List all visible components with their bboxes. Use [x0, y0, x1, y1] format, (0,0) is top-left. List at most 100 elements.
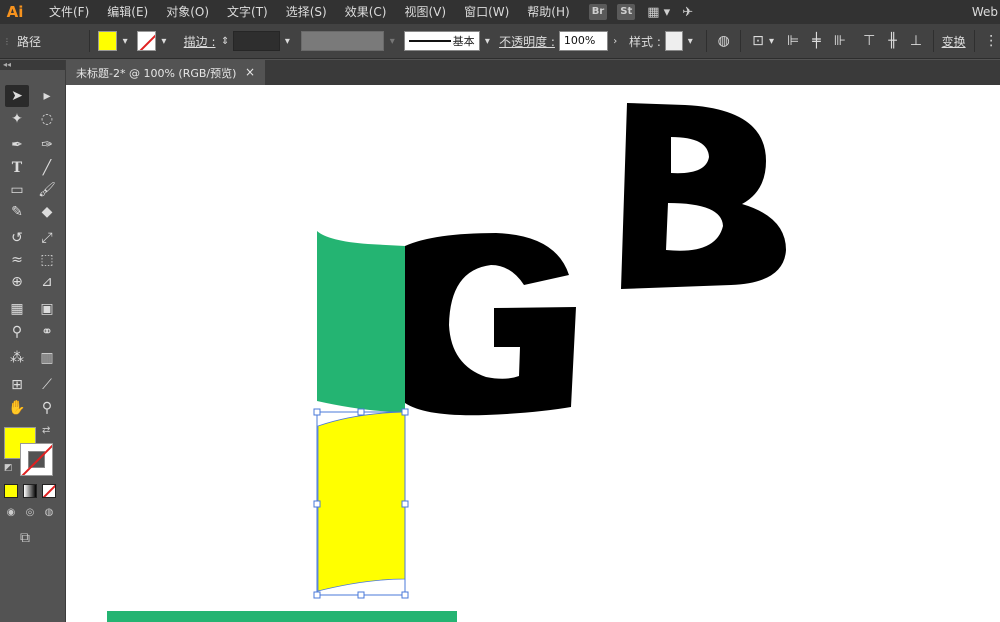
symbol-sprayer-tool-icon[interactable]: ⁂: [5, 347, 29, 369]
arrange-documents-icon[interactable]: ▦ ▾: [647, 5, 670, 20]
handle-top-middle[interactable]: [357, 408, 365, 416]
artboard-canvas[interactable]: [66, 85, 1000, 622]
handle-middle-right[interactable]: [401, 500, 409, 508]
align-bottom-icon[interactable]: ⊥: [907, 33, 924, 49]
menu-select[interactable]: 选择(S): [277, 0, 336, 24]
mesh-tool-icon[interactable]: ▦: [5, 298, 29, 320]
gradient-tool-icon[interactable]: ▣: [35, 298, 59, 320]
draw-inside-icon[interactable]: ◍: [42, 506, 56, 520]
paintbrush-tool-icon[interactable]: 🖌: [35, 179, 59, 201]
blend-tool-icon[interactable]: ⚭: [35, 321, 59, 343]
more-options-icon[interactable]: ⋮: [983, 33, 1000, 49]
zoom-tool-icon[interactable]: ⚲: [35, 397, 59, 419]
hand-tool-icon[interactable]: ✋: [5, 397, 29, 419]
selection-tool-icon[interactable]: ➤: [5, 85, 29, 107]
handle-bottom-left[interactable]: [313, 591, 321, 599]
letter-b-shape[interactable]: [621, 103, 786, 289]
perspective-grid-tool-icon[interactable]: ⊿: [35, 271, 59, 293]
fill-color-swatch[interactable]: [97, 31, 118, 51]
menu-file[interactable]: 文件(F): [40, 0, 98, 24]
type-tool-icon[interactable]: T: [5, 157, 29, 179]
slice-tool-icon[interactable]: ⟋: [35, 374, 59, 396]
handle-top-left[interactable]: [313, 408, 321, 416]
bridge-button[interactable]: Br: [588, 4, 608, 20]
stroke-stepper-icon[interactable]: ⇕: [218, 31, 233, 51]
variable-width-dropdown-icon[interactable]: ▾: [384, 31, 399, 51]
scale-tool-icon[interactable]: ⤢: [35, 227, 59, 249]
width-tool-icon[interactable]: ≈: [5, 249, 29, 271]
curvature-tool-icon[interactable]: ✑: [35, 134, 59, 156]
magic-wand-tool-icon[interactable]: ✦: [5, 108, 29, 130]
close-tab-icon[interactable]: ×: [245, 60, 255, 85]
menu-view[interactable]: 视图(V): [395, 0, 455, 24]
gpu-performance-icon[interactable]: ✈: [682, 5, 693, 20]
shape-builder-tool-icon[interactable]: ⊕: [5, 271, 29, 293]
menu-help[interactable]: 帮助(H): [518, 0, 578, 24]
tool-row: ▦ ▣: [5, 298, 59, 320]
direct-selection-tool-icon[interactable]: ▸: [35, 85, 59, 107]
swap-fill-stroke-icon[interactable]: ⇄: [42, 425, 50, 436]
opacity-label[interactable]: 不透明度 :: [499, 33, 555, 50]
handle-bottom-right[interactable]: [401, 591, 409, 599]
opacity-dropdown-icon[interactable]: ›: [608, 31, 623, 51]
pen-tool-icon[interactable]: ✒: [5, 134, 29, 156]
menu-edit[interactable]: 编辑(E): [98, 0, 157, 24]
handle-top-right[interactable]: [401, 408, 409, 416]
letter-i-green-part[interactable]: [317, 231, 405, 412]
free-transform-tool-icon[interactable]: ⬚: [35, 249, 59, 271]
stroke-weight-label[interactable]: 描边 :: [184, 33, 216, 50]
variable-width-profile[interactable]: [301, 31, 385, 51]
align-top-icon[interactable]: ⊤: [861, 33, 878, 49]
graphic-style-swatch[interactable]: [664, 31, 683, 51]
menu-effect[interactable]: 效果(C): [336, 0, 396, 24]
recolor-artwork-icon[interactable]: ◍: [715, 33, 732, 49]
draw-normal-icon[interactable]: ◉: [4, 506, 18, 520]
green-bar-shape[interactable]: [107, 611, 457, 622]
eyedropper-tool-icon[interactable]: ⚲: [5, 321, 29, 343]
menu-bar: Ai 文件(F) 编辑(E) 对象(O) 文字(T) 选择(S) 效果(C) 视…: [0, 0, 1000, 24]
color-mode-icon[interactable]: [4, 484, 18, 498]
brush-dropdown-icon[interactable]: ▾: [480, 31, 495, 51]
lasso-tool-icon[interactable]: ◌: [35, 108, 59, 130]
tool-row: ≈ ⬚: [5, 249, 59, 271]
draw-behind-icon[interactable]: ◎: [23, 506, 37, 520]
opacity-input[interactable]: 100%: [558, 31, 608, 51]
align-to-dropdown-icon[interactable]: ▾: [767, 36, 777, 47]
align-to-icon[interactable]: ⊡: [749, 33, 766, 49]
handle-middle-left[interactable]: [313, 500, 321, 508]
rectangle-tool-icon[interactable]: ▭: [5, 179, 29, 201]
handle-bottom-middle[interactable]: [357, 591, 365, 599]
column-graph-tool-icon[interactable]: ▥: [35, 347, 59, 369]
rotate-tool-icon[interactable]: ↺: [5, 227, 29, 249]
line-segment-tool-icon[interactable]: ╱: [35, 157, 59, 179]
document-tab[interactable]: 未标题-2* @ 100% (RGB/预览) ×: [66, 60, 265, 85]
stock-button[interactable]: St: [617, 4, 636, 20]
artboard-tool-icon[interactable]: ⊞: [5, 374, 29, 396]
graphic-style-dropdown-icon[interactable]: ▾: [683, 31, 698, 51]
align-left-icon[interactable]: ⊫: [784, 33, 801, 49]
stroke-weight-input[interactable]: [232, 31, 280, 51]
fill-dropdown-icon[interactable]: ▾: [117, 31, 132, 51]
letter-i-yellow-part[interactable]: [318, 412, 405, 591]
workspace-switcher[interactable]: Web: [972, 0, 998, 24]
eraser-tool-icon[interactable]: ◆: [35, 201, 59, 223]
align-vcenter-icon[interactable]: ╫: [884, 33, 901, 49]
default-fill-stroke-icon[interactable]: ◩: [4, 463, 13, 473]
transform-button[interactable]: 变换: [942, 33, 966, 50]
align-right-icon[interactable]: ⊪: [831, 33, 848, 49]
toolbox-collapse-icon[interactable]: ◂◂: [0, 60, 65, 70]
shaper-tool-icon[interactable]: ✎: [5, 201, 29, 223]
stroke-dropdown-icon[interactable]: ▾: [156, 31, 171, 51]
screen-mode-icon[interactable]: ⧉: [20, 530, 30, 546]
gradient-mode-icon[interactable]: [23, 484, 37, 498]
stroke-color-box[interactable]: [20, 443, 53, 476]
menu-type[interactable]: 文字(T): [218, 0, 277, 24]
align-hcenter-icon[interactable]: ╪: [808, 33, 825, 49]
stroke-weight-dropdown-icon[interactable]: ▾: [280, 31, 295, 51]
stroke-color-swatch[interactable]: [136, 31, 157, 51]
letter-g-shape[interactable]: [405, 233, 576, 416]
none-mode-icon[interactable]: [42, 484, 56, 498]
brush-definition[interactable]: 基本: [403, 31, 480, 51]
menu-window[interactable]: 窗口(W): [455, 0, 518, 24]
menu-object[interactable]: 对象(O): [157, 0, 218, 24]
